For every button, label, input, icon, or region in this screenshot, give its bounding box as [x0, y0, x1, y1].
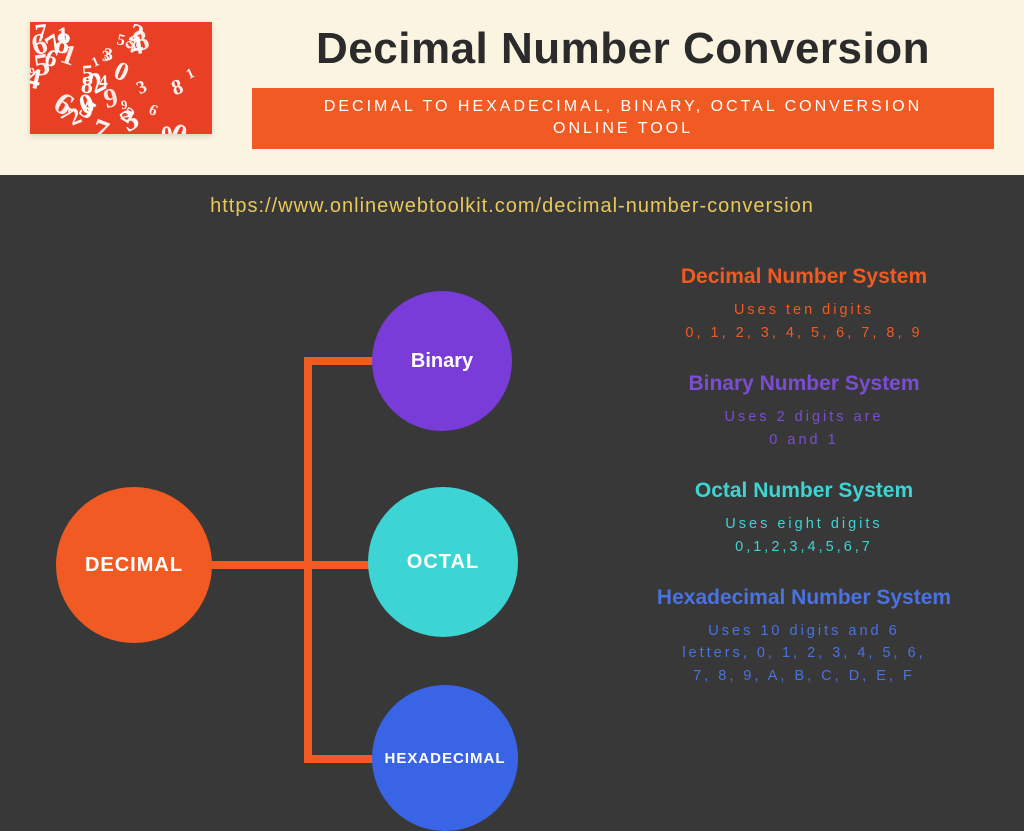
node-binary: Binary	[372, 291, 512, 431]
body: https://www.onlinewebtoolkit.com/decimal…	[0, 175, 1024, 785]
connector-line	[304, 357, 312, 763]
subtitle-line2: ONLINE TOOL	[262, 118, 984, 140]
info-hex-line2: letters, 0, 1, 2, 3, 4, 5, 6,	[624, 642, 984, 664]
conversion-diagram: DECIMAL Binary OCTAL HEXADECIMAL	[40, 255, 600, 745]
node-binary-label: Binary	[411, 350, 473, 373]
info-octal: Octal Number System Uses eight digits 0,…	[624, 479, 984, 558]
page-title: Decimal Number Conversion	[252, 24, 994, 74]
info-binary-title: Binary Number System	[624, 372, 984, 396]
info-binary: Binary Number System Uses 2 digits are 0…	[624, 372, 984, 451]
node-octal-label: OCTAL	[407, 551, 479, 574]
info-octal-line1: Uses eight digits	[624, 513, 984, 535]
info-binary-line2: 0 and 1	[624, 429, 984, 451]
header: 0258391467280395146728309514628370951467…	[0, 0, 1024, 175]
subtitle-line1: DECIMAL TO HEXADECIMAL, BINARY, OCTAL CO…	[262, 96, 984, 118]
node-decimal-label: DECIMAL	[85, 554, 183, 577]
info-binary-line1: Uses 2 digits are	[624, 406, 984, 428]
info-hex: Hexadecimal Number System Uses 10 digits…	[624, 586, 984, 687]
tool-url: https://www.onlinewebtoolkit.com/decimal…	[0, 175, 1024, 218]
info-hex-title: Hexadecimal Number System	[624, 586, 984, 610]
subtitle-bar: DECIMAL TO HEXADECIMAL, BINARY, OCTAL CO…	[252, 88, 994, 149]
info-octal-line2: 0,1,2,3,4,5,6,7	[624, 536, 984, 558]
info-hex-line1: Uses 10 digits and 6	[624, 620, 984, 642]
info-hex-line3: 7, 8, 9, A, B, C, D, E, F	[624, 665, 984, 687]
logo-numbers-icon: 0258391467280395146728309514628370951467	[30, 22, 212, 134]
connector-line	[304, 755, 380, 763]
node-hex-label: HEXADECIMAL	[384, 750, 505, 767]
connector-line	[208, 561, 312, 569]
connector-line	[304, 357, 380, 365]
info-panel: Decimal Number System Uses ten digits 0,…	[624, 265, 984, 715]
node-hexadecimal: HEXADECIMAL	[372, 685, 518, 831]
node-octal: OCTAL	[368, 487, 518, 637]
node-decimal: DECIMAL	[56, 487, 212, 643]
info-decimal-title: Decimal Number System	[624, 265, 984, 289]
header-content: Decimal Number Conversion DECIMAL TO HEX…	[252, 22, 994, 149]
connector-line	[304, 561, 376, 569]
info-decimal-line2: 0, 1, 2, 3, 4, 5, 6, 7, 8, 9	[624, 322, 984, 344]
info-octal-title: Octal Number System	[624, 479, 984, 503]
info-decimal: Decimal Number System Uses ten digits 0,…	[624, 265, 984, 344]
info-decimal-line1: Uses ten digits	[624, 299, 984, 321]
